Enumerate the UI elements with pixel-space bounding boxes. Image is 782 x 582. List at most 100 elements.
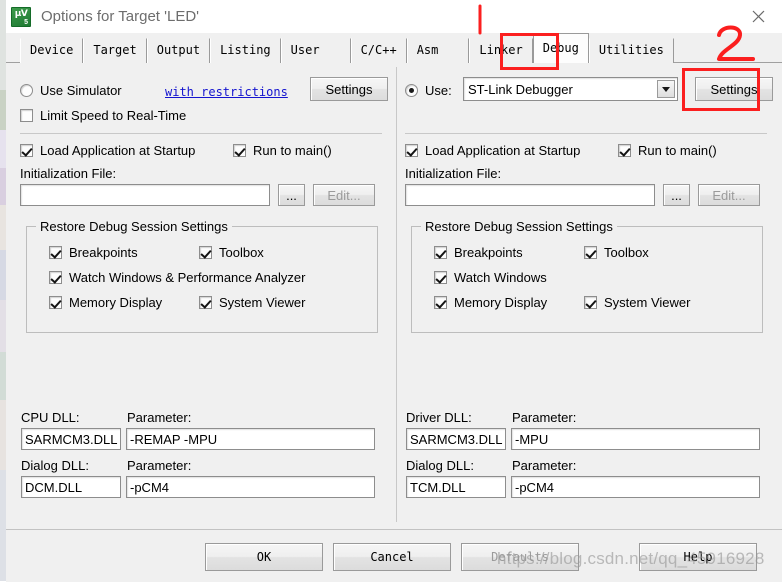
toolbox-row-right[interactable]: Toolbox [584,245,649,260]
tab-device[interactable]: Device [20,38,84,63]
load-application-row-right[interactable]: Load Application at Startup [405,143,580,158]
run-to-main-checkbox-left[interactable] [233,144,246,157]
tab-utilities[interactable]: Utilities [588,38,674,63]
ok-button[interactable]: OK [205,543,323,571]
watch-windows-row-right[interactable]: Watch Windows [434,270,547,285]
dialog-parameter-label-left: Parameter: [127,458,192,473]
options-dialog-window: Options for Target 'LED' Device Target O… [6,0,782,582]
debugger-select[interactable]: ST-Link Debugger [463,77,678,101]
toolbox-row-left[interactable]: Toolbox [199,245,264,260]
run-to-main-row-left[interactable]: Run to main() [233,143,332,158]
use-debugger-row[interactable]: Use: [405,83,452,98]
toolbox-checkbox-right[interactable] [584,246,597,259]
run-to-main-checkbox-right[interactable] [618,144,631,157]
breakpoints-checkbox-right[interactable] [434,246,447,259]
watch-windows-checkbox-left[interactable] [49,271,62,284]
memory-display-label-left: Memory Display [69,295,163,310]
load-application-label-left: Load Application at Startup [40,143,196,158]
system-viewer-label-right: System Viewer [604,295,691,310]
left-separator-top [20,133,382,134]
watch-windows-checkbox-right[interactable] [434,271,447,284]
tab-c-cpp[interactable]: C/C++ [350,38,407,63]
restore-session-title-left: Restore Debug Session Settings [36,219,232,234]
breakpoints-label-left: Breakpoints [69,245,138,260]
cpu-dll-input[interactable]: SARMCM3.DLL [21,428,121,450]
limit-speed-checkbox[interactable] [20,109,33,122]
system-viewer-row-right[interactable]: System Viewer [584,295,690,310]
use-simulator-radio[interactable] [20,84,33,97]
limit-speed-label: Limit Speed to Real-Time [40,108,187,123]
dialog-parameter-input-left[interactable]: -pCM4 [126,476,375,498]
driver-dll-input[interactable]: SARMCM3.DLL [406,428,506,450]
dialog-parameter-input-right[interactable]: -pCM4 [511,476,760,498]
init-file-input-right[interactable] [405,184,655,206]
dialog-dll-label-right: Dialog DLL: [406,458,474,473]
panel-divider [396,67,397,522]
annotation-box-debug-tab [500,33,559,70]
use-debugger-label: Use: [425,83,452,98]
breakpoints-row-right[interactable]: Breakpoints [434,245,523,260]
close-icon[interactable] [742,5,774,27]
load-application-checkbox-left[interactable] [20,144,33,157]
memory-display-checkbox-left[interactable] [49,296,62,309]
init-file-edit-button-left[interactable]: Edit... [313,184,375,206]
run-to-main-row-right[interactable]: Run to main() [618,143,717,158]
title-bar: Options for Target 'LED' [6,0,782,33]
simulator-settings-button[interactable]: Settings [310,77,388,101]
debugger-panel: Use: ST-Link Debugger Settings Load Appl… [405,63,775,529]
system-viewer-row-left[interactable]: System Viewer [199,295,305,310]
load-application-row-left[interactable]: Load Application at Startup [20,143,195,158]
watch-windows-label-right: Watch Windows [454,270,547,285]
dialog-parameter-label-right: Parameter: [512,458,577,473]
use-simulator-row[interactable]: Use Simulator [20,83,122,98]
init-file-browse-button-left[interactable]: ... [278,184,305,206]
debug-page: Use Simulator with restrictions Settings… [6,63,782,529]
cpu-parameter-input[interactable]: -REMAP -MPU [126,428,375,450]
restore-session-group-right: Restore Debug Session Settings Breakpoin… [411,219,763,333]
simulator-panel: Use Simulator with restrictions Settings… [20,63,390,529]
init-file-label-right: Initialization File: [405,166,502,181]
run-to-main-label-right: Run to main() [638,143,717,158]
toolbox-label-left: Toolbox [219,245,264,260]
window-title: Options for Target 'LED' [41,8,200,25]
memory-display-row-left[interactable]: Memory Display [49,295,162,310]
load-application-checkbox-right[interactable] [405,144,418,157]
dialog-dll-input-left[interactable]: DCM.DLL [21,476,121,498]
init-file-browse-button-right[interactable]: ... [663,184,690,206]
memory-display-checkbox-right[interactable] [434,296,447,309]
watch-windows-row-left[interactable]: Watch Windows & Performance Analyzer [49,270,306,285]
tab-output[interactable]: Output [146,38,211,63]
restore-session-group-left: Restore Debug Session Settings Breakpoin… [26,219,378,333]
right-separator-top [405,133,767,134]
dialog-dll-input-right[interactable]: TCM.DLL [406,476,506,498]
driver-parameter-label: Parameter: [512,410,577,425]
tab-user[interactable]: User [280,38,351,63]
with-restrictions-link[interactable]: with restrictions [165,85,288,99]
system-viewer-checkbox-right[interactable] [584,296,597,309]
tab-listing[interactable]: Listing [210,38,281,63]
tab-asm[interactable]: Asm [406,38,470,63]
system-viewer-label-left: System Viewer [219,295,306,310]
tab-target[interactable]: Target [83,38,147,63]
chevron-down-icon[interactable] [657,80,675,98]
watermark: https://blog.csdn.net/qq_45916928 [497,549,765,568]
cpu-parameter-label: Parameter: [127,410,192,425]
driver-parameter-input[interactable]: -MPU [511,428,760,450]
init-file-label-left: Initialization File: [20,166,117,181]
toolbox-checkbox-left[interactable] [199,246,212,259]
init-file-edit-button-right[interactable]: Edit... [698,184,760,206]
breakpoints-label-right: Breakpoints [454,245,523,260]
tab-list: Device Target Output Listing User C/C++ … [20,33,674,63]
tab-strip: Device Target Output Listing User C/C++ … [6,33,782,63]
cpu-dll-label: CPU DLL: [21,410,80,425]
memory-display-row-right[interactable]: Memory Display [434,295,547,310]
use-debugger-radio[interactable] [405,84,418,97]
cancel-button[interactable]: Cancel [333,543,451,571]
toolbox-label-right: Toolbox [604,245,649,260]
breakpoints-checkbox-left[interactable] [49,246,62,259]
limit-speed-row[interactable]: Limit Speed to Real-Time [20,108,186,123]
init-file-input-left[interactable] [20,184,270,206]
breakpoints-row-left[interactable]: Breakpoints [49,245,138,260]
watch-windows-label-left: Watch Windows & Performance Analyzer [69,270,306,285]
system-viewer-checkbox-left[interactable] [199,296,212,309]
